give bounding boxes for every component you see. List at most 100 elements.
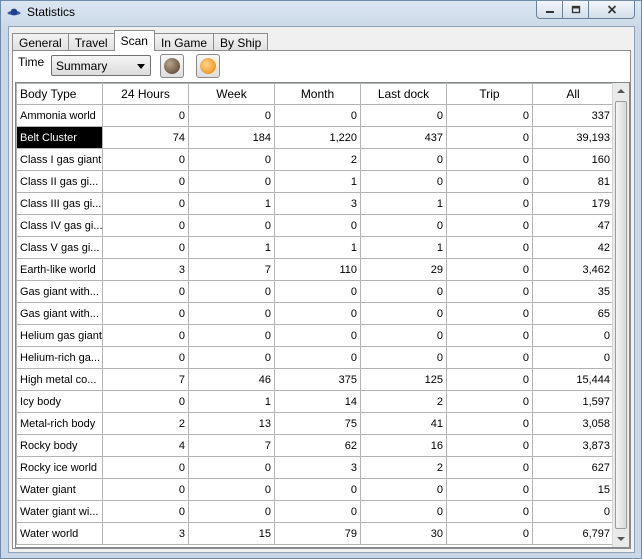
count-cell[interactable]: 2 (102, 412, 189, 435)
body-type-cell[interactable]: Rocky ice world (16, 456, 103, 479)
count-cell[interactable]: 0 (274, 346, 361, 369)
body-type-cell[interactable]: Helium-rich ga... (16, 346, 103, 369)
table-row[interactable]: High metal co... 7 46 375 125 0 15,444 (16, 368, 614, 391)
count-cell[interactable]: 0 (446, 126, 533, 149)
count-cell[interactable]: 13 (188, 412, 275, 435)
count-cell[interactable]: 0 (188, 324, 275, 347)
count-cell[interactable]: 62 (274, 434, 361, 457)
body-type-cell[interactable]: Rocky body (16, 434, 103, 457)
body-type-cell[interactable]: Class II gas gi... (16, 170, 103, 193)
scroll-down-icon[interactable] (617, 537, 625, 541)
count-cell[interactable]: 1 (188, 390, 275, 413)
tab-in-game[interactable]: In Game (153, 33, 214, 51)
count-cell[interactable]: 0 (274, 324, 361, 347)
count-cell[interactable]: 0 (360, 214, 447, 237)
count-cell[interactable]: 0 (446, 170, 533, 193)
time-select[interactable]: Summary (51, 55, 151, 76)
count-cell[interactable]: 47 (532, 214, 614, 237)
count-cell[interactable]: 0 (102, 324, 189, 347)
count-cell[interactable]: 0 (446, 192, 533, 215)
count-cell[interactable]: 0 (446, 456, 533, 479)
count-cell[interactable]: 0 (360, 324, 447, 347)
count-cell[interactable]: 3 (102, 258, 189, 281)
star-planet-button[interactable] (196, 54, 220, 78)
count-cell[interactable]: 0 (446, 258, 533, 281)
body-type-cell[interactable]: Gas giant with... (16, 280, 103, 303)
count-cell[interactable]: 437 (360, 126, 447, 149)
count-cell[interactable]: 81 (532, 170, 614, 193)
count-cell[interactable]: 0 (102, 302, 189, 325)
count-cell[interactable]: 3 (274, 456, 361, 479)
minimize-button[interactable] (536, 1, 563, 19)
count-cell[interactable]: 35 (532, 280, 614, 303)
count-cell[interactable]: 0 (274, 478, 361, 501)
maximize-button[interactable] (563, 1, 589, 19)
count-cell[interactable]: 0 (188, 478, 275, 501)
count-cell[interactable]: 7 (102, 368, 189, 391)
count-cell[interactable]: 0 (446, 214, 533, 237)
count-cell[interactable]: 0 (446, 500, 533, 523)
count-cell[interactable]: 0 (446, 236, 533, 259)
scroll-thumb[interactable] (615, 101, 627, 529)
column-header-all[interactable]: All (532, 83, 614, 105)
count-cell[interactable]: 41 (360, 412, 447, 435)
count-cell[interactable]: 0 (188, 104, 275, 127)
count-cell[interactable]: 0 (360, 478, 447, 501)
count-cell[interactable]: 0 (360, 104, 447, 127)
count-cell[interactable]: 0 (188, 302, 275, 325)
count-cell[interactable]: 15 (188, 522, 275, 545)
body-type-cell[interactable]: Water giant (16, 478, 103, 501)
count-cell[interactable]: 3 (274, 192, 361, 215)
table-row[interactable]: Metal-rich body 2 13 75 41 0 3,058 (16, 412, 614, 435)
count-cell[interactable]: 0 (274, 500, 361, 523)
count-cell[interactable]: 0 (102, 390, 189, 413)
count-cell[interactable]: 3,873 (532, 434, 614, 457)
tab-travel[interactable]: Travel (67, 33, 115, 51)
table-row[interactable]: Class V gas gi... 0 1 1 1 0 42 (16, 236, 614, 259)
count-cell[interactable]: 1,220 (274, 126, 361, 149)
body-type-cell[interactable]: Earth-like world (16, 258, 103, 281)
count-cell[interactable]: 0 (360, 302, 447, 325)
body-type-cell[interactable]: Belt Cluster (16, 126, 103, 149)
count-cell[interactable]: 0 (446, 302, 533, 325)
count-cell[interactable]: 0 (102, 346, 189, 369)
count-cell[interactable]: 0 (446, 434, 533, 457)
count-cell[interactable]: 0 (446, 148, 533, 171)
count-cell[interactable]: 16 (360, 434, 447, 457)
count-cell[interactable]: 0 (446, 522, 533, 545)
count-cell[interactable]: 65 (532, 302, 614, 325)
count-cell[interactable]: 1 (188, 236, 275, 259)
body-type-cell[interactable]: Ammonia world (16, 104, 103, 127)
count-cell[interactable]: 0 (532, 346, 614, 369)
table-row[interactable]: Water giant wi... 0 0 0 0 0 0 (16, 500, 614, 523)
count-cell[interactable]: 7 (188, 258, 275, 281)
count-cell[interactable]: 3,462 (532, 258, 614, 281)
scroll-up-icon[interactable] (617, 89, 625, 93)
body-type-cell[interactable]: Class I gas giant (16, 148, 103, 171)
count-cell[interactable]: 1 (274, 170, 361, 193)
count-cell[interactable]: 0 (446, 368, 533, 391)
count-cell[interactable]: 2 (360, 390, 447, 413)
column-header-week[interactable]: Week (188, 83, 275, 105)
body-type-cell[interactable]: Water giant wi... (16, 500, 103, 523)
count-cell[interactable]: 0 (360, 170, 447, 193)
count-cell[interactable]: 0 (360, 500, 447, 523)
count-cell[interactable]: 0 (188, 500, 275, 523)
count-cell[interactable]: 0 (102, 214, 189, 237)
count-cell[interactable]: 15 (532, 478, 614, 501)
table-row[interactable]: Gas giant with... 0 0 0 0 0 35 (16, 280, 614, 303)
count-cell[interactable]: 4 (102, 434, 189, 457)
count-cell[interactable]: 0 (102, 104, 189, 127)
count-cell[interactable]: 29 (360, 258, 447, 281)
count-cell[interactable]: 30 (360, 522, 447, 545)
table-row[interactable]: Water giant 0 0 0 0 0 15 (16, 478, 614, 501)
count-cell[interactable]: 74 (102, 126, 189, 149)
body-type-cell[interactable]: Class III gas gi... (16, 192, 103, 215)
count-cell[interactable]: 0 (188, 456, 275, 479)
count-cell[interactable]: 1,597 (532, 390, 614, 413)
vertical-scrollbar[interactable] (612, 83, 629, 547)
count-cell[interactable]: 0 (188, 280, 275, 303)
count-cell[interactable]: 2 (274, 148, 361, 171)
count-cell[interactable]: 1 (360, 236, 447, 259)
table-row[interactable]: Rocky body 4 7 62 16 0 3,873 (16, 434, 614, 457)
